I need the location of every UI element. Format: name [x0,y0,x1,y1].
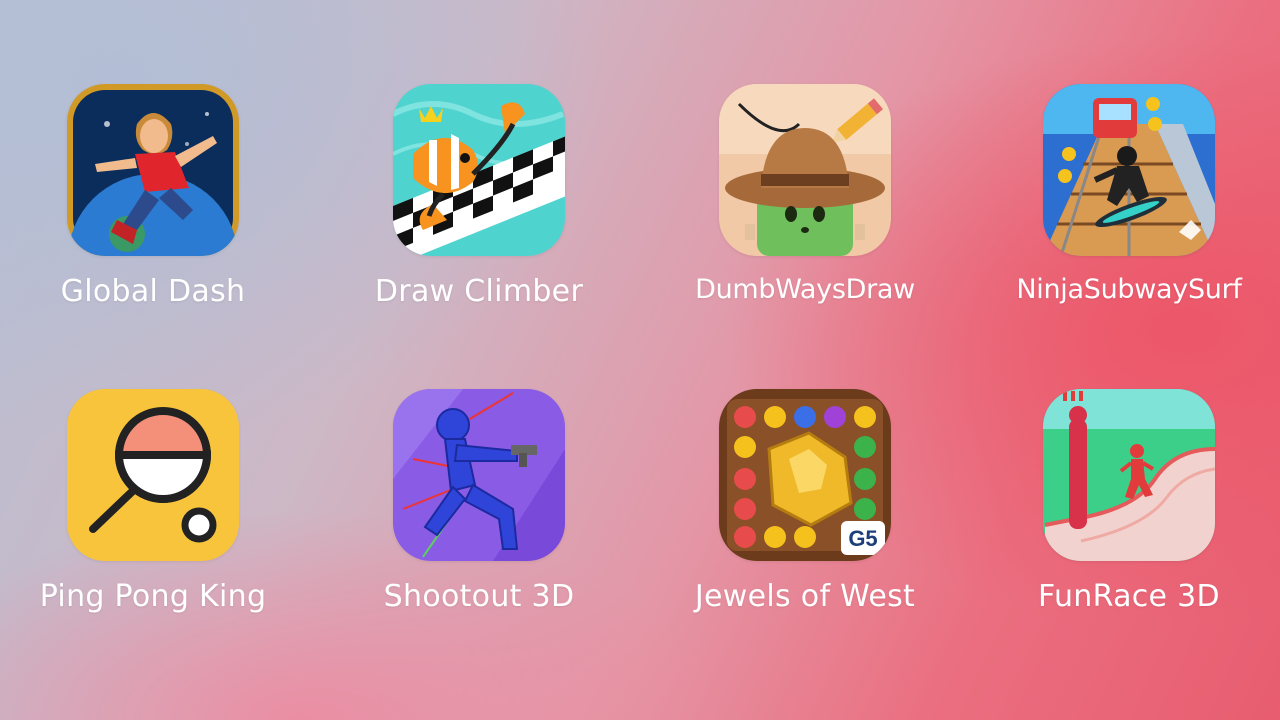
app-label: FunRace 3D [1038,579,1220,614]
ninja-subway-surf-app-icon[interactable] [1043,84,1215,256]
app-label: Draw Climber [374,274,584,309]
app-dumb-ways-draw[interactable]: DumbWaysDraw [680,84,930,305]
app-label: Global Dash [60,274,246,309]
app-label: Jewels of West [694,579,916,614]
app-global-dash[interactable]: Global Dash [28,84,278,309]
app-draw-climber[interactable]: Draw Climber [354,84,604,309]
draw-climber-app-icon[interactable] [393,84,565,256]
app-label: Shootout 3D [383,579,575,614]
global-dash-app-icon[interactable] [67,84,239,256]
app-ninja-subway-surf[interactable]: NinjaSubwaySurf [1004,84,1254,305]
app-label: NinjaSubwaySurf [1016,274,1242,305]
g5-badge: G5 [848,526,877,551]
funrace-3d-app-icon[interactable] [1043,389,1215,561]
app-funrace-3d[interactable]: FunRace 3D [1004,389,1254,614]
app-shootout-3d[interactable]: Shootout 3D [354,389,604,614]
jewels-of-west-app-icon[interactable]: G5 [719,389,891,561]
app-label: Ping Pong King [39,579,267,614]
app-label: DumbWaysDraw [695,274,915,305]
dumb-ways-draw-app-icon[interactable] [719,84,891,256]
ping-pong-king-app-icon[interactable] [67,389,239,561]
app-ping-pong-king[interactable]: Ping Pong King [28,389,278,614]
shootout-3d-app-icon[interactable] [393,389,565,561]
app-jewels-of-west[interactable]: G5 Jewels of West [680,389,930,614]
